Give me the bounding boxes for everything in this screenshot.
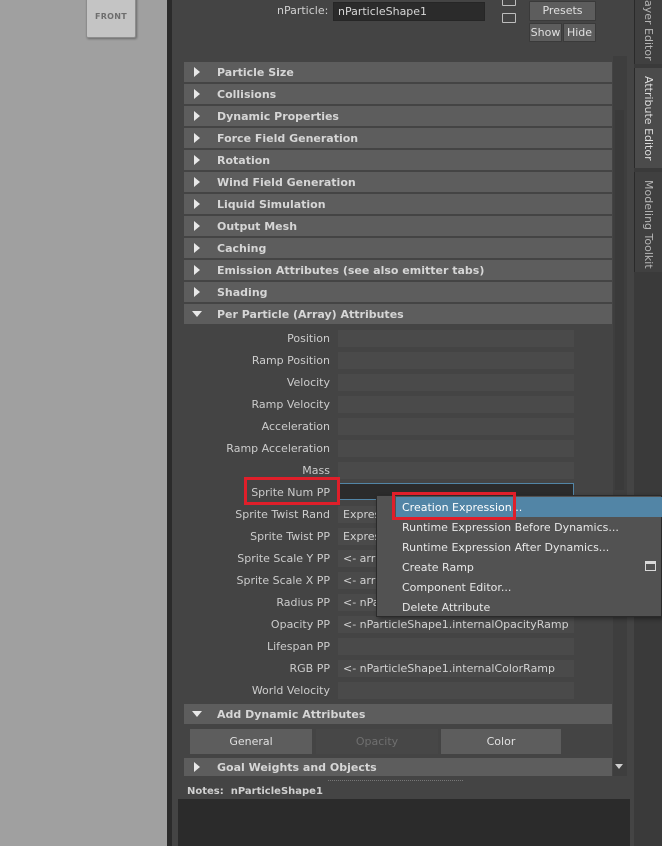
attr-label-ramp-acceleration: Ramp Acceleration — [226, 442, 330, 455]
view-cube[interactable]: FRONT — [86, 0, 136, 38]
menu-item-create-ramp[interactable]: Create Ramp — [396, 557, 662, 577]
attr-field-acceleration[interactable] — [338, 418, 574, 435]
attr-field-ramp-position[interactable] — [338, 352, 574, 369]
section-add-dynamic-attributes[interactable]: Add Dynamic Attributes — [184, 704, 612, 724]
attr-field-lifespan-pp[interactable] — [338, 638, 574, 655]
attr-label-radius-pp: Radius PP — [276, 596, 330, 609]
expand-arrow-icon — [194, 177, 200, 187]
attr-label-opacity-pp: Opacity PP — [270, 618, 330, 631]
option-box-icon[interactable] — [645, 561, 656, 571]
attr-label-sprite-scale-y-pp: Sprite Scale Y PP — [237, 552, 330, 565]
section-emission-attributes[interactable]: Emission Attributes (see also emitter ta… — [184, 260, 612, 280]
annotation-box-creation-expression — [392, 492, 516, 520]
section-particle-size[interactable]: Particle Size — [184, 62, 612, 82]
menu-item-runtime-after-dynamics[interactable]: Runtime Expression After Dynamics... — [396, 537, 662, 557]
attr-label-sprite-twist-pp: Sprite Twist PP — [250, 530, 330, 543]
section-liquid-simulation[interactable]: Liquid Simulation — [184, 194, 612, 214]
attr-label-rgb-pp: RGB PP — [289, 662, 330, 675]
section-goal-weights[interactable]: Goal Weights and Objects — [184, 758, 612, 776]
menu-item-runtime-before-dynamics[interactable]: Runtime Expression Before Dynamics... — [396, 517, 662, 537]
scrollbar-thumb[interactable] — [615, 110, 624, 490]
notes-node-name: nParticleShape1 — [230, 786, 323, 797]
attr-label-world-velocity: World Velocity — [251, 684, 330, 697]
attr-label-mass: Mass — [302, 464, 330, 477]
section-rotation[interactable]: Rotation — [184, 150, 612, 170]
attr-field-world-velocity[interactable] — [338, 682, 574, 699]
expand-arrow-icon — [194, 265, 200, 275]
attr-label-sprite-scale-x-pp: Sprite Scale X PP — [236, 574, 330, 587]
attr-field-ramp-acceleration[interactable] — [338, 440, 574, 457]
section-collisions[interactable]: Collisions — [184, 84, 612, 104]
attr-label-position: Position — [287, 332, 330, 345]
attr-field-mass[interactable] — [338, 462, 574, 479]
expand-arrow-icon — [194, 199, 200, 209]
attr-field-rgb-pp[interactable]: <- nParticleShape1.internalColorRamp — [338, 660, 574, 677]
tab-layer-editor[interactable]: ayer Editor — [634, 0, 662, 64]
menu-item-component-editor[interactable]: Component Editor... — [396, 577, 662, 597]
attr-label-acceleration: Acceleration — [261, 420, 330, 433]
select-icon[interactable] — [502, 13, 516, 23]
attr-label-ramp-position: Ramp Position — [251, 354, 330, 367]
hide-button[interactable]: Hide — [563, 23, 596, 42]
presets-button[interactable]: Presets — [529, 1, 596, 21]
section-force-field-generation[interactable]: Force Field Generation — [184, 128, 612, 148]
collapse-arrow-icon — [192, 711, 202, 717]
attr-field-opacity-pp[interactable]: <- nParticleShape1.internalOpacityRamp — [338, 616, 574, 633]
expand-arrow-icon — [194, 67, 200, 77]
notes-label: Notes: nParticleShape1 — [187, 786, 323, 797]
opacity-button: Opacity — [316, 729, 438, 754]
node-name-field[interactable]: nParticleShape1 — [333, 2, 485, 21]
attr-label-velocity: Velocity — [286, 376, 330, 389]
node-type-label: nParticle: — [277, 4, 329, 17]
attr-label-sprite-twist-rand: Sprite Twist Rand — [235, 508, 330, 521]
expand-arrow-icon — [194, 243, 200, 253]
focus-icon[interactable] — [502, 0, 516, 6]
notes-divider[interactable] — [328, 780, 463, 781]
expand-arrow-icon — [194, 221, 200, 231]
attr-field-position[interactable] — [338, 330, 574, 347]
attr-field-velocity[interactable] — [338, 374, 574, 391]
color-button[interactable]: Color — [441, 729, 561, 754]
section-output-mesh[interactable]: Output Mesh — [184, 216, 612, 236]
attr-label-lifespan-pp: Lifespan PP — [266, 640, 330, 653]
collapse-arrow-icon — [192, 311, 202, 317]
tab-attribute-editor[interactable]: Attribute Editor — [634, 68, 662, 168]
section-shading[interactable]: Shading — [184, 282, 612, 302]
attr-field-ramp-velocity[interactable] — [338, 396, 574, 413]
expand-arrow-icon — [194, 133, 200, 143]
expand-arrow-icon — [194, 762, 200, 772]
view-cube-label: FRONT — [94, 12, 128, 21]
section-caching[interactable]: Caching — [184, 238, 612, 258]
expand-arrow-icon — [194, 155, 200, 165]
expand-arrow-icon — [194, 287, 200, 297]
attr-label-ramp-velocity: Ramp Velocity — [251, 398, 331, 411]
scroll-down-icon[interactable] — [615, 764, 623, 769]
viewport-panel[interactable]: FRONT — [0, 0, 167, 846]
annotation-box-sprite-num-pp — [244, 477, 340, 505]
expand-arrow-icon — [194, 89, 200, 99]
notes-textarea[interactable] — [178, 799, 630, 846]
section-per-particle-attributes[interactable]: Per Particle (Array) Attributes — [184, 304, 612, 324]
expand-arrow-icon — [194, 111, 200, 121]
menu-item-delete-attribute[interactable]: Delete Attribute — [396, 597, 662, 617]
show-button[interactable]: Show — [529, 23, 562, 42]
section-wind-field-generation[interactable]: Wind Field Generation — [184, 172, 612, 192]
tab-modeling-toolkit[interactable]: Modeling Toolkit — [634, 172, 662, 272]
general-button[interactable]: General — [190, 729, 312, 754]
section-dynamic-properties[interactable]: Dynamic Properties — [184, 106, 612, 126]
